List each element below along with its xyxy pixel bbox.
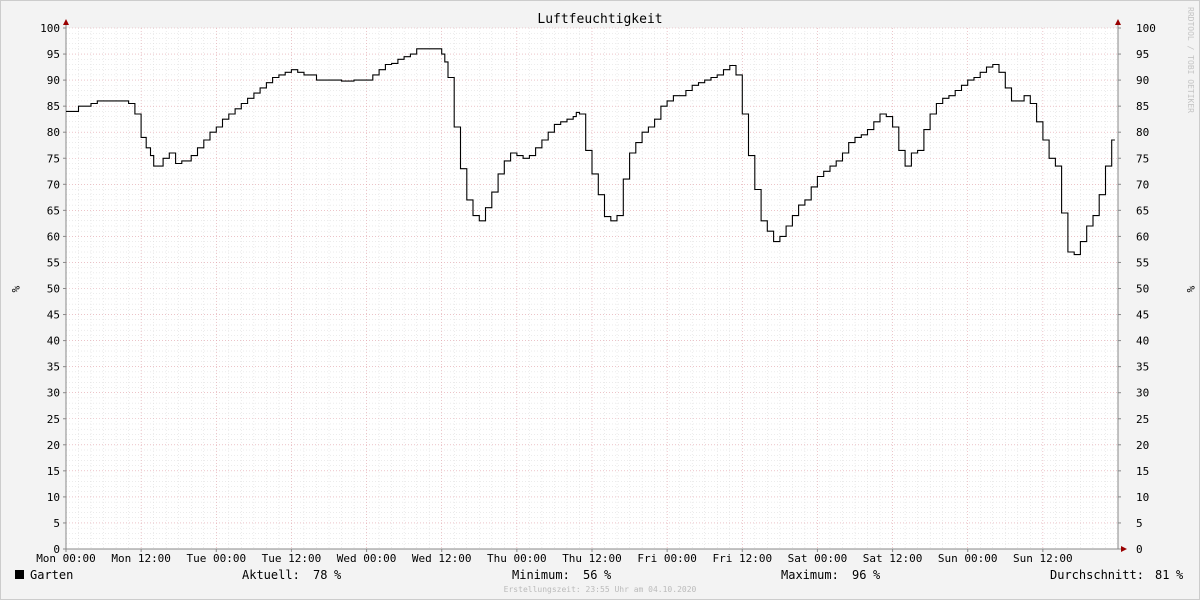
y-tick-label-left: 90 <box>47 74 60 87</box>
y-tick-label-right: 65 <box>1136 204 1149 217</box>
legend-stat-unit-minimum: % <box>604 568 612 582</box>
y-tick-label-left: 60 <box>47 230 60 243</box>
y-tick-label-left: 45 <box>47 309 60 322</box>
x-tick-label: Sat 00:00 <box>788 552 848 565</box>
y-tick-label-left: 70 <box>47 178 60 191</box>
y-tick-label-right: 85 <box>1136 100 1149 113</box>
y-tick-label-left: 100 <box>40 22 60 35</box>
y-tick-label-right: 40 <box>1136 335 1149 348</box>
y-tick-label-right: 20 <box>1136 439 1149 452</box>
x-tick-label: Sat 12:00 <box>863 552 923 565</box>
legend-swatch <box>15 570 24 579</box>
y-tick-label-left: 20 <box>47 439 60 452</box>
legend-stat-unit-average: % <box>1176 568 1184 582</box>
y-tick-label-right: 95 <box>1136 48 1149 61</box>
y-tick-label-left: 30 <box>47 387 60 400</box>
chart-title: Luftfeuchtigkeit <box>537 12 662 27</box>
x-tick-label: Fri 12:00 <box>712 552 772 565</box>
x-tick-label: Tue 00:00 <box>186 552 246 565</box>
y-tick-label-right: 10 <box>1136 491 1149 504</box>
y-tick-label-left: 5 <box>53 517 60 530</box>
legend-stat-unit-current: % <box>334 568 342 582</box>
x-tick-label: Thu 12:00 <box>562 552 622 565</box>
x-tick-label: Wed 00:00 <box>337 552 397 565</box>
y-tick-label-left: 35 <box>47 361 60 374</box>
legend-stat-label-minimum: Minimum: <box>512 568 570 582</box>
legend-stat-unit-maximum: % <box>873 568 881 582</box>
rrdtool-watermark: RRDTOOL / TOBI OETIKER <box>1186 7 1195 113</box>
x-tick-label: Tue 12:00 <box>262 552 322 565</box>
legend-stat-label-average: Durchschnitt: <box>1050 568 1144 582</box>
humidity-chart: 0 5 10 15 20 25 30 35 40 45 50 55 60 65 70 75 80 85 90 95 10… <box>0 0 1200 600</box>
legend-series-name: Garten <box>30 568 73 582</box>
x-tick-label: Fri 00:00 <box>637 552 697 565</box>
y-axis-label-right: % <box>1184 286 1197 293</box>
y-tick-label-left: 10 <box>47 491 60 504</box>
y-tick-label-left: 50 <box>47 283 60 296</box>
y-tick-label-left: 40 <box>47 335 60 348</box>
legend-stat-value-current: 78 <box>313 568 327 582</box>
y-axis-label-left: % <box>9 286 22 293</box>
legend-stat-label-current: Aktuell: <box>242 568 300 582</box>
legend-stat-label-maximum: Maximum: <box>781 568 839 582</box>
y-tick-label-right: 5 <box>1136 517 1143 530</box>
x-tick-label: Thu 00:00 <box>487 552 547 565</box>
y-tick-label-right: 80 <box>1136 126 1149 139</box>
y-tick-label-left: 15 <box>47 465 60 478</box>
x-tick-label: Sun 00:00 <box>938 552 998 565</box>
y-tick-label-right: 55 <box>1136 256 1149 269</box>
y-tick-label-left: 55 <box>47 256 60 269</box>
legend-stat-value-maximum: 96 <box>852 568 866 582</box>
x-tick-label: Wed 12:00 <box>412 552 472 565</box>
x-tick-label: Mon 12:00 <box>111 552 171 565</box>
legend-stat-value-minimum: 56 <box>583 568 597 582</box>
y-tick-label-right: 70 <box>1136 178 1149 191</box>
y-tick-label-right: 30 <box>1136 387 1149 400</box>
creation-time-footer: Erstellungszeit: 23:55 Uhr am 04.10.2020 <box>504 585 697 594</box>
y-tick-label-right: 100 <box>1136 22 1156 35</box>
x-tick-label: Sun 12:00 <box>1013 552 1073 565</box>
y-tick-label-right: 50 <box>1136 283 1149 296</box>
y-tick-label-right: 0 <box>1136 543 1143 556</box>
y-tick-label-right: 35 <box>1136 361 1149 374</box>
y-tick-label-right: 60 <box>1136 230 1149 243</box>
y-tick-label-left: 65 <box>47 204 60 217</box>
y-tick-label-right: 45 <box>1136 309 1149 322</box>
y-tick-label-left: 80 <box>47 126 60 139</box>
y-tick-label-right: 15 <box>1136 465 1149 478</box>
y-tick-label-left: 95 <box>47 48 60 61</box>
y-tick-label-left: 25 <box>47 413 60 426</box>
y-tick-label-left: 75 <box>47 152 60 165</box>
y-tick-label-left: 85 <box>47 100 60 113</box>
legend-stat-value-average: 81 <box>1155 568 1169 582</box>
y-tick-label-right: 75 <box>1136 152 1149 165</box>
x-tick-label: Mon 00:00 <box>36 552 96 565</box>
y-tick-label-right: 90 <box>1136 74 1149 87</box>
y-tick-label-right: 25 <box>1136 413 1149 426</box>
